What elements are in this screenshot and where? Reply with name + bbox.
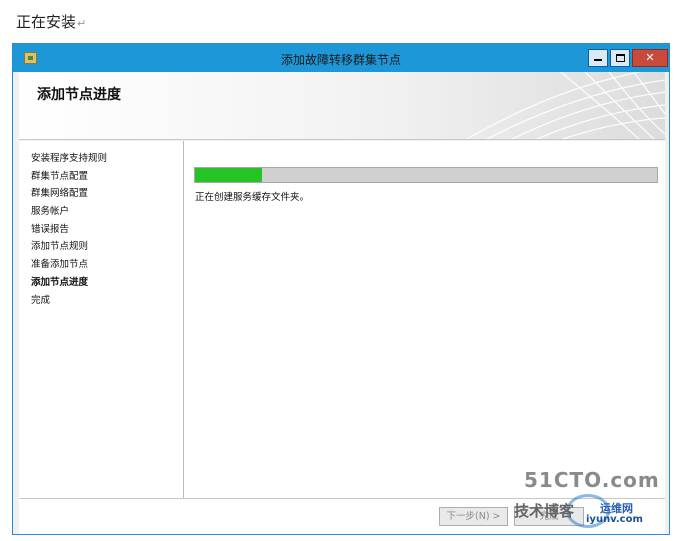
step-add-node-rules[interactable]: 添加节点规则 (19, 238, 183, 256)
next-button[interactable]: 下一步(N) > (439, 507, 508, 526)
step-service-accounts[interactable]: 服务帐户 (19, 203, 183, 221)
step-cluster-network-config[interactable]: 群集网络配置 (19, 185, 183, 203)
maximize-button[interactable] (610, 49, 630, 67)
setup-window: 添加故障转移群集节点 ✕ 添加节点进度 安装程序支持规则 群集节点配置 群集网络… (12, 43, 670, 535)
progress-fill (195, 168, 262, 182)
maximize-icon (615, 54, 625, 62)
step-add-node-progress[interactable]: 添加节点进度 (19, 274, 183, 292)
progress-pane: 正在创建服务缓存文件夹。 (184, 141, 665, 498)
title-bar[interactable]: 添加故障转移群集节点 ✕ (13, 44, 669, 72)
site-watermark: 51CTO.com 技术博客 运维网 iyunv.com (514, 468, 664, 530)
close-button[interactable]: ✕ (632, 49, 668, 67)
step-error-reporting[interactable]: 错误报告 (19, 221, 183, 239)
document-heading: 正在安装↵ (16, 11, 86, 32)
return-mark: ↵ (77, 17, 87, 30)
minimize-button[interactable] (588, 49, 608, 67)
wizard-banner: 添加节点进度 (19, 72, 665, 140)
document-heading-text: 正在安装 (16, 13, 77, 31)
watermark-line-4: iyunv.com (586, 514, 643, 525)
window-title: 添加故障转移群集节点 (280, 53, 401, 67)
step-complete[interactable]: 完成 (19, 292, 183, 310)
page-title: 添加节点进度 (37, 87, 121, 103)
banner-swirl-graphic (465, 72, 665, 139)
step-ready-to-add-node[interactable]: 准备添加节点 (19, 256, 183, 274)
step-cluster-node-config[interactable]: 群集节点配置 (19, 168, 183, 186)
progress-status-text: 正在创建服务缓存文件夹。 (195, 192, 310, 203)
close-icon: ✕ (645, 51, 655, 64)
wizard-steps-nav: 安装程序支持规则 群集节点配置 群集网络配置 服务帐户 错误报告 添加节点规则 … (19, 141, 184, 498)
watermark-line-1: 51CTO.com (524, 468, 660, 492)
step-setup-support-rules[interactable]: 安装程序支持规则 (19, 150, 183, 168)
minimize-icon (594, 59, 602, 61)
install-progress-bar (194, 167, 658, 183)
watermark-line-2: 技术博客 (514, 502, 575, 520)
